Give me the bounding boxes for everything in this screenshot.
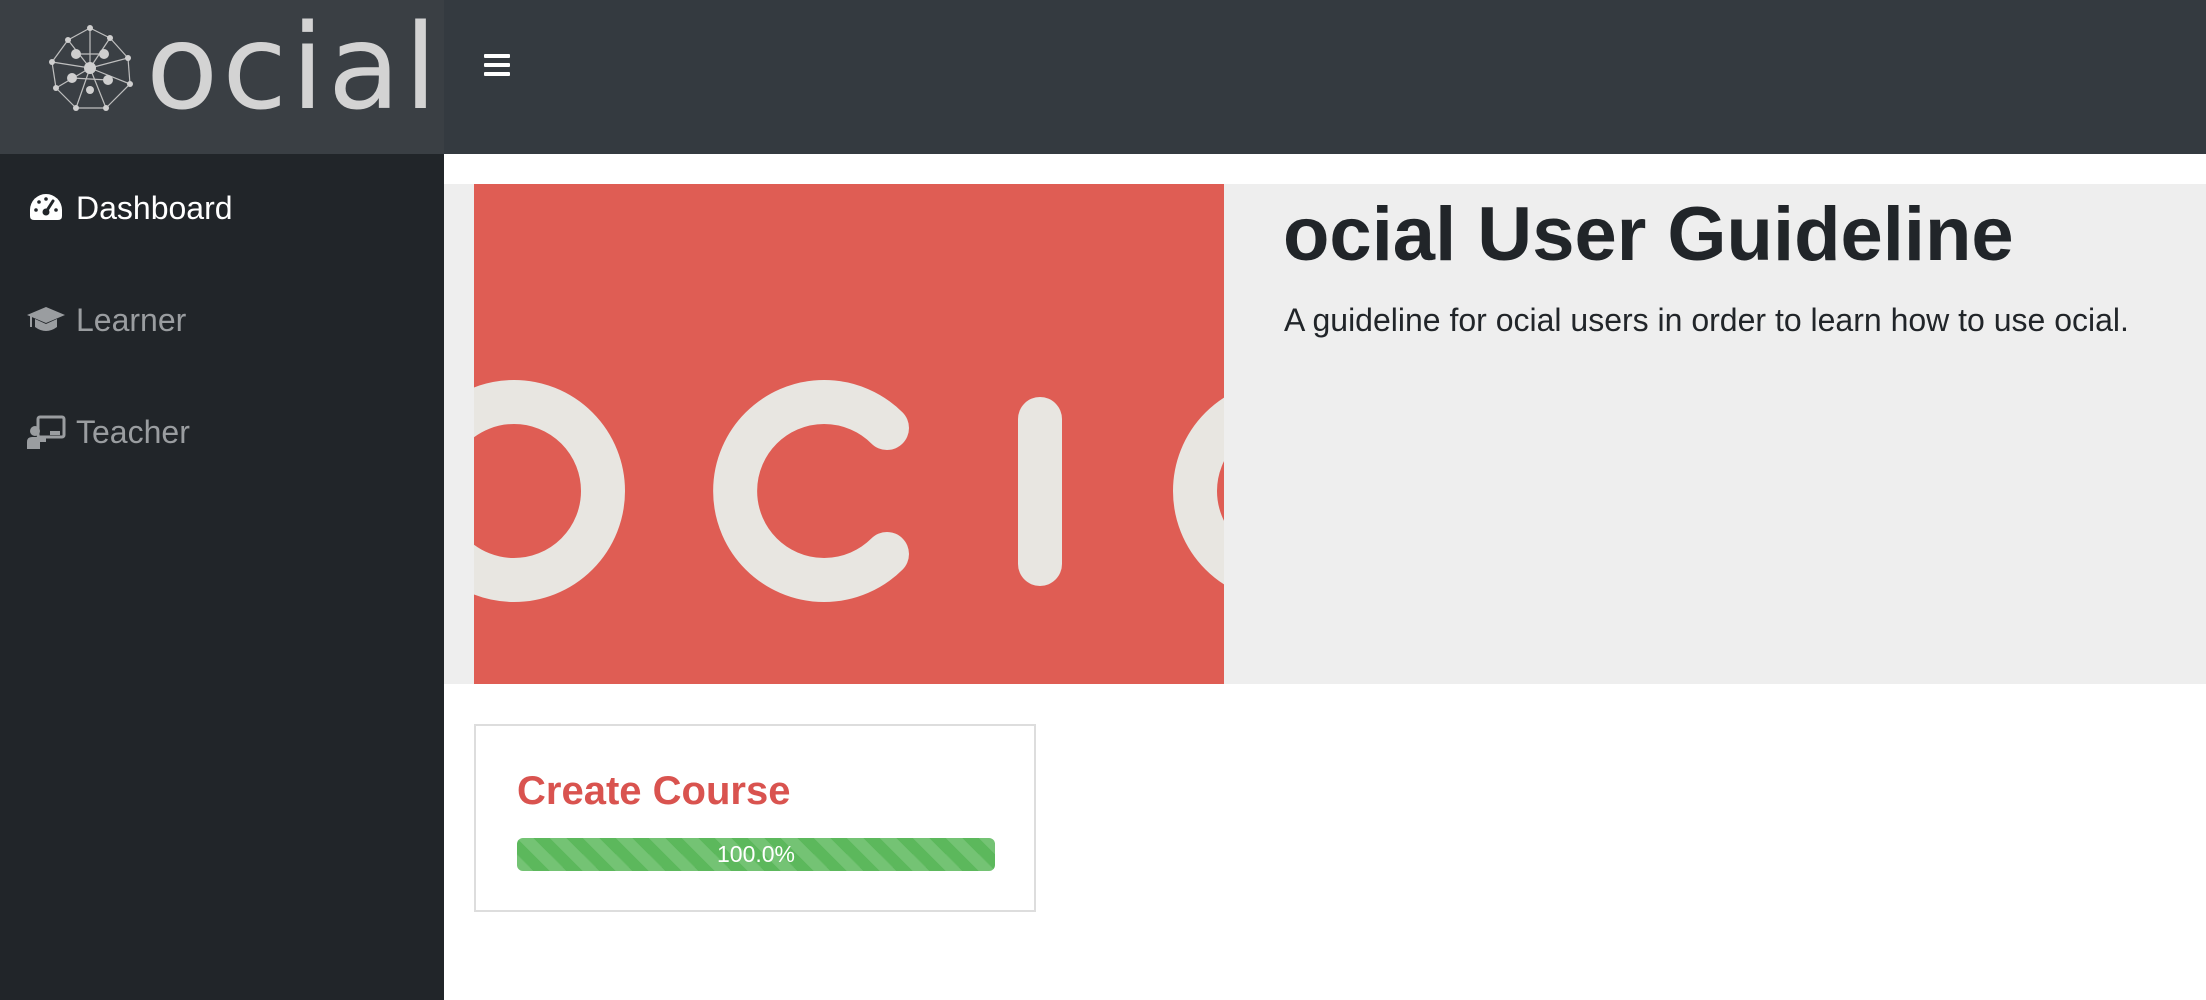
brand-logo[interactable]: ocial [0,0,444,154]
sidebar-item-learner[interactable]: Learner [0,288,444,352]
page-title: ocial User Guideline [1283,192,2014,277]
sidebar-item-teacher[interactable]: Teacher [0,400,444,464]
sidebar-item-dashboard[interactable]: Dashboard [0,176,444,240]
guideline-hero-image [474,184,1224,684]
menu-toggle-button[interactable] [482,50,522,90]
chalkboard-teacher-icon [26,414,66,450]
hamburger-icon [482,54,522,76]
top-navbar: ocial [0,0,2206,154]
sidebar-item-label: Teacher [76,413,190,450]
sidebar-item-label: Learner [76,301,187,338]
progress-bar: 100.0% [517,838,995,871]
sidebar-item-label: Dashboard [76,189,233,226]
course-card[interactable]: Create Course 100.0% [474,724,1036,912]
page-description: A guideline for ocial users in order to … [1284,302,2129,338]
sidebar: Dashboard Learner Teacher [0,154,444,1000]
network-dots-icon [49,25,133,111]
graduation-cap-icon [26,302,66,338]
create-course-link[interactable]: Create Course [517,766,790,816]
progress-fill: 100.0% [517,838,995,871]
brand-text: ocial [146,0,441,136]
tachometer-icon [26,190,66,226]
